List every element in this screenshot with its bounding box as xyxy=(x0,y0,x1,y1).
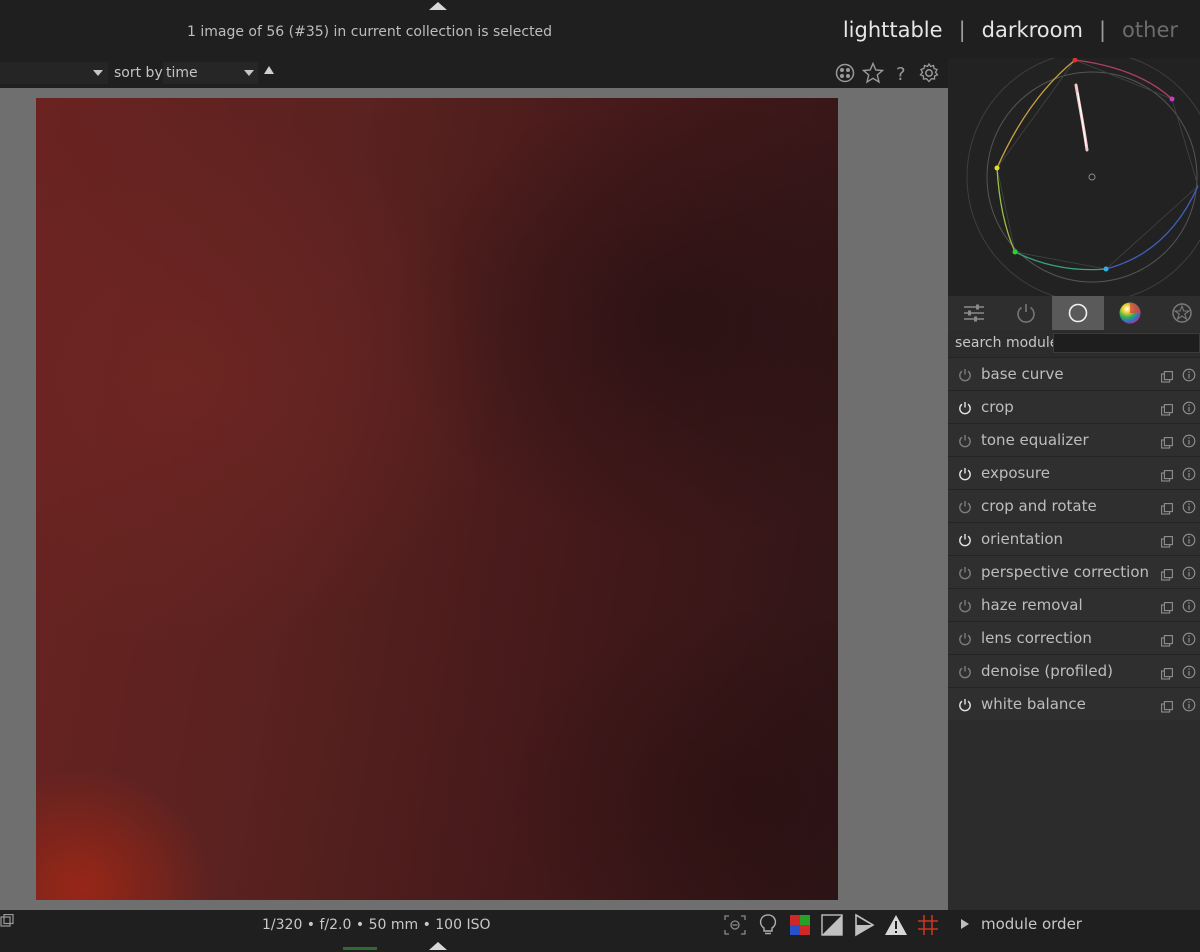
help-icon[interactable]: ? xyxy=(889,61,913,85)
chevron-down-icon[interactable] xyxy=(244,70,254,76)
info-icon[interactable] xyxy=(1182,433,1196,448)
module-name: lens correction xyxy=(981,629,1092,647)
module-name: orientation xyxy=(981,530,1064,548)
presets-icon[interactable] xyxy=(1161,566,1173,581)
gamut-check-icon[interactable] xyxy=(851,912,877,938)
view-separator: | xyxy=(958,18,966,42)
power-icon[interactable] xyxy=(958,631,972,646)
power-icon[interactable] xyxy=(958,499,972,514)
guides-icon[interactable] xyxy=(915,912,941,938)
module-row[interactable]: base curve xyxy=(948,357,1200,390)
info-icon[interactable] xyxy=(1182,664,1196,679)
module-row[interactable]: white balance xyxy=(948,687,1200,720)
svg-text:?: ? xyxy=(896,64,906,83)
power-icon[interactable] xyxy=(958,532,972,547)
view-other[interactable]: other xyxy=(1122,18,1178,42)
power-icon[interactable] xyxy=(958,565,972,580)
presets-icon[interactable] xyxy=(1161,434,1173,449)
collection-info-text: 1 image of 56 (#35) in current collectio… xyxy=(187,24,553,40)
module-name: exposure xyxy=(981,464,1050,482)
bottom-panel-toggle-arrow[interactable] xyxy=(429,942,447,950)
module-name: tone equalizer xyxy=(981,431,1089,449)
filmstrip-indicator xyxy=(343,947,377,950)
sort-by-label: sort by xyxy=(114,65,163,81)
color-wheel-icon[interactable] xyxy=(1104,296,1156,330)
chevron-down-icon[interactable] xyxy=(93,70,103,76)
exif-info: 1/320 • f/2.0 • 50 mm • 100 ISO xyxy=(262,917,491,933)
module-name: base curve xyxy=(981,365,1064,383)
info-icon[interactable] xyxy=(1182,499,1196,514)
search-module-label: search module xyxy=(955,335,1059,351)
module-list: base curve crop tone equalizer exposure crop… xyxy=(948,357,1200,720)
info-icon[interactable] xyxy=(1182,565,1196,580)
view-darkroom[interactable]: darkroom xyxy=(982,18,1083,42)
module-name: crop and rotate xyxy=(981,497,1097,515)
module-row[interactable]: orientation xyxy=(948,522,1200,555)
info-icon[interactable] xyxy=(1182,466,1196,481)
star-icon[interactable] xyxy=(861,61,885,85)
presets-icon[interactable] xyxy=(1161,533,1173,548)
power-icon[interactable] xyxy=(958,697,972,712)
softproof-icon[interactable] xyxy=(819,912,845,938)
power-icon[interactable] xyxy=(958,598,972,613)
sort-value: time xyxy=(166,65,198,81)
module-row[interactable]: tone equalizer xyxy=(948,423,1200,456)
power-icon[interactable] xyxy=(958,433,972,448)
collection-filter-dropdown[interactable] xyxy=(0,62,108,84)
filmstrip-toggle-icon[interactable] xyxy=(0,913,14,927)
presets-icon[interactable] xyxy=(1161,665,1173,680)
presets-icon[interactable] xyxy=(1161,698,1173,713)
presets-icon[interactable] xyxy=(1161,467,1173,482)
info-icon[interactable] xyxy=(1182,697,1196,712)
module-order-label: module order xyxy=(981,915,1082,933)
top-panel-toggle-arrow[interactable] xyxy=(429,2,447,10)
sliders-icon[interactable] xyxy=(948,296,1000,330)
info-icon[interactable] xyxy=(1182,631,1196,646)
expand-arrow-icon[interactable] xyxy=(961,919,969,929)
info-icon[interactable] xyxy=(1182,400,1196,415)
presets-icon[interactable] xyxy=(1161,368,1173,383)
color-labels-icon[interactable] xyxy=(833,61,857,85)
info-icon[interactable] xyxy=(1182,532,1196,547)
sort-direction-icon[interactable] xyxy=(264,66,274,74)
presets-icon[interactable] xyxy=(1161,500,1173,515)
power-icon[interactable] xyxy=(1000,296,1052,330)
module-name: denoise (profiled) xyxy=(981,662,1114,680)
search-module-input[interactable] xyxy=(1053,333,1200,353)
gear-icon[interactable] xyxy=(917,61,941,85)
module-row[interactable]: perspective correction xyxy=(948,555,1200,588)
module-row[interactable]: exposure xyxy=(948,456,1200,489)
photo-preview[interactable] xyxy=(36,98,838,900)
bulb-icon[interactable] xyxy=(755,912,781,938)
circle-icon[interactable] xyxy=(1052,296,1104,330)
info-icon[interactable] xyxy=(1182,367,1196,382)
power-icon[interactable] xyxy=(958,400,972,415)
vectorscope xyxy=(948,58,1200,296)
module-name: haze removal xyxy=(981,596,1083,614)
module-row[interactable]: haze removal xyxy=(948,588,1200,621)
presets-icon[interactable] xyxy=(1161,632,1173,647)
view-lighttable[interactable]: lighttable xyxy=(843,18,943,42)
view-switcher: lighttable | darkroom | other xyxy=(843,18,1178,42)
module-name: crop xyxy=(981,398,1014,416)
presets-icon[interactable] xyxy=(1161,599,1173,614)
focus-peaking-icon[interactable] xyxy=(722,912,748,938)
effects-icon[interactable] xyxy=(1156,296,1200,330)
power-icon[interactable] xyxy=(958,367,972,382)
module-name: white balance xyxy=(981,695,1086,713)
module-name: perspective correction xyxy=(981,563,1150,581)
module-row[interactable]: denoise (profiled) xyxy=(948,654,1200,687)
presets-icon[interactable] xyxy=(1161,401,1173,416)
power-icon[interactable] xyxy=(958,466,972,481)
module-row[interactable]: lens correction xyxy=(948,621,1200,654)
power-icon[interactable] xyxy=(958,664,972,679)
view-separator: | xyxy=(1098,18,1107,42)
overexposed-warning-icon[interactable] xyxy=(883,912,909,938)
info-icon[interactable] xyxy=(1182,598,1196,613)
module-row[interactable]: crop xyxy=(948,390,1200,423)
color-assessment-icon[interactable] xyxy=(787,912,813,938)
module-row[interactable]: crop and rotate xyxy=(948,489,1200,522)
